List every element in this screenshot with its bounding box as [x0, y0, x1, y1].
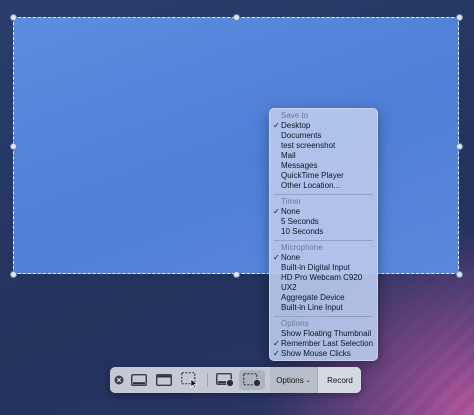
record-label: Record [327, 375, 353, 385]
menu-item-show-mouse-clicks[interactable]: ✓ Show Mouse Clicks [270, 349, 377, 359]
checkmark-icon: ✓ [273, 121, 280, 130]
capture-selection-button[interactable] [178, 367, 202, 393]
menu-header-options: Options [281, 319, 309, 328]
checkmark-icon: ✓ [273, 349, 280, 358]
capture-window-button[interactable] [152, 367, 176, 393]
close-icon [114, 375, 124, 385]
menu-item-built-in-line-input[interactable]: Built-in Line Input [270, 303, 377, 313]
menu-item-mail[interactable]: Mail [270, 151, 377, 161]
options-label: Options [276, 375, 304, 385]
record-selection-icon [243, 373, 261, 387]
menu-item-microphone-none[interactable]: ✓ None [270, 253, 377, 263]
menu-item-other-location[interactable]: Other Location... [270, 181, 377, 191]
menu-item-aggregate-device[interactable]: Aggregate Device [270, 293, 377, 303]
resize-handle-middle-left[interactable] [10, 143, 17, 150]
menu-header-timer: Timer [281, 197, 302, 206]
capture-entire-screen-button[interactable] [127, 367, 151, 393]
options-button[interactable]: Options ⌄ [270, 367, 317, 393]
menu-separator [274, 316, 373, 317]
menu-item-test-screenshot[interactable]: test screenshot [270, 141, 377, 151]
menu-header-microphone: Microphone [281, 243, 323, 252]
checkmark-icon: ✓ [273, 253, 280, 262]
options-menu: Save to ✓ Desktop Documents test screensh… [269, 108, 378, 361]
menu-item-timer-none[interactable]: ✓ None [270, 207, 377, 217]
menu-item-desktop[interactable]: ✓ Desktop [270, 121, 377, 131]
resize-handle-top-center[interactable] [233, 14, 240, 21]
menu-item-hd-pro-webcam[interactable]: HD Pro Webcam C920 [270, 273, 377, 283]
menu-separator [274, 240, 373, 241]
menu-item-quicktime-player[interactable]: QuickTime Player [270, 171, 377, 181]
capture-screen-icon [131, 374, 147, 386]
menu-item-messages[interactable]: Messages [270, 161, 377, 171]
menu-item-documents[interactable]: Documents [270, 131, 377, 141]
menu-item-show-floating-thumbnail[interactable]: Show Floating Thumbnail [270, 329, 377, 339]
menu-item-built-in-digital-input[interactable]: Built-in Digital Input [270, 263, 377, 273]
resize-handle-bottom-right[interactable] [456, 271, 463, 278]
menu-separator [274, 194, 373, 195]
resize-handle-top-left[interactable] [10, 14, 17, 21]
resize-handle-top-right[interactable] [456, 14, 463, 21]
resize-handle-middle-right[interactable] [456, 143, 463, 150]
checkmark-icon: ✓ [273, 207, 280, 216]
toolbar-divider [207, 373, 208, 387]
capture-selection-icon [181, 372, 198, 388]
checkmark-icon: ✓ [273, 339, 280, 348]
menu-item-5-seconds[interactable]: 5 Seconds [270, 217, 377, 227]
menu-header-save-to: Save to [281, 111, 309, 120]
capture-window-icon [156, 374, 172, 386]
capture-selection-area[interactable] [13, 17, 459, 274]
record-selection-button[interactable] [239, 370, 265, 390]
menu-item-ux2[interactable]: UX2 [270, 283, 377, 293]
record-button[interactable]: Record [317, 367, 361, 393]
record-entire-screen-button[interactable] [213, 367, 237, 393]
resize-handle-bottom-center[interactable] [233, 271, 240, 278]
record-screen-icon [216, 373, 234, 387]
screenshot-toolbar: Options ⌄ Record [110, 367, 361, 393]
chevron-down-icon: ⌄ [305, 377, 311, 384]
resize-handle-bottom-left[interactable] [10, 271, 17, 278]
close-button[interactable] [112, 367, 126, 393]
menu-item-10-seconds[interactable]: 10 Seconds [270, 227, 377, 237]
menu-item-remember-last-selection[interactable]: ✓ Remember Last Selection [270, 339, 377, 349]
